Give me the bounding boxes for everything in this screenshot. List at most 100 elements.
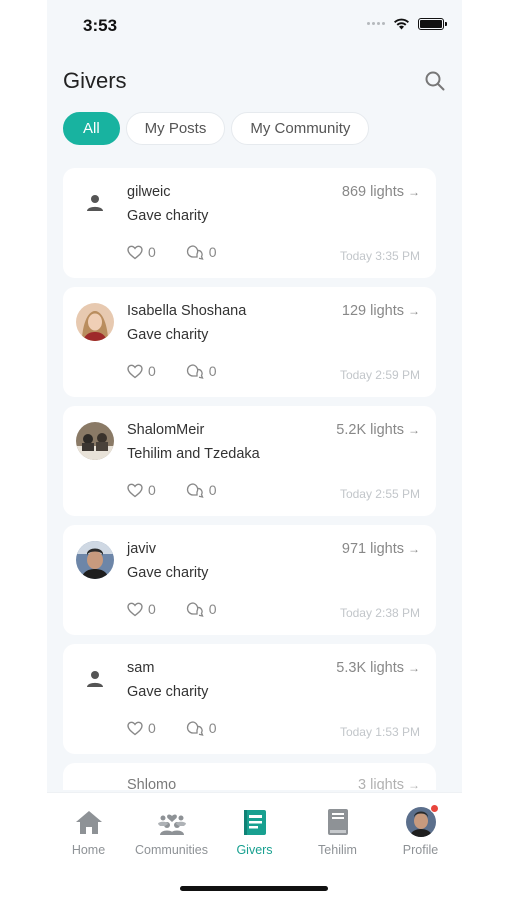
post-action: Gave charity [127,208,209,224]
post-author[interactable]: javiv [127,541,156,557]
search-icon[interactable] [424,70,446,92]
lights-link[interactable]: 5.3K lights → [336,660,420,676]
filter-all-chip[interactable]: All [63,112,120,145]
like-count: 0 [148,720,156,736]
tab-label: Givers [236,843,273,857]
comment-icon [186,483,204,498]
like-count: 0 [148,363,156,379]
post-card[interactable]: Isabella Shoshana Gave charity 129 light… [63,287,436,397]
comment-button[interactable]: 0 [186,244,217,260]
post-card[interactable]: sam Gave charity 5.3K lights → 0 0 Today… [63,644,436,754]
heart-icon [127,245,143,259]
lights-link[interactable]: 3 lights → [358,777,420,790]
like-button[interactable]: 0 [127,482,156,498]
filter-my-community-chip[interactable]: My Community [231,112,370,145]
like-button[interactable]: 0 [127,720,156,736]
lights-count: 3 lights [358,777,404,790]
like-button[interactable]: 0 [127,363,156,379]
post-action: Gave charity [127,684,209,700]
lights-link[interactable]: 971 lights → [342,541,420,557]
post-author[interactable]: Shlomo [127,777,176,790]
lights-link[interactable]: 869 lights → [342,184,420,200]
like-count: 0 [148,601,156,617]
post-stats: 0 0 [127,363,217,379]
post-stats: 0 0 [127,482,217,498]
heart-icon [127,364,143,378]
user-placeholder-icon[interactable] [76,660,114,698]
comment-count: 0 [208,601,217,617]
post-author[interactable]: Isabella Shoshana [127,303,246,319]
post-card[interactable]: ShalomMeir Tehilim and Tzedaka 5.2K ligh… [63,406,436,516]
post-stats: 0 0 [127,601,217,617]
post-stats: 0 0 [127,720,217,736]
arrow-right-icon: → [408,185,420,199]
like-button[interactable]: 0 [127,601,156,617]
tab-home[interactable]: Home [47,807,130,857]
post-action: Gave charity [127,327,209,343]
status-time: 3:53 [83,16,118,35]
profile-avatar [405,804,439,837]
wifi-icon [394,18,409,30]
post-author[interactable]: gilweic [127,184,171,200]
like-count: 0 [148,482,156,498]
tab-profile[interactable]: Profile [379,804,462,857]
comment-count: 0 [208,363,217,379]
comment-button[interactable]: 0 [186,601,217,617]
comment-count: 0 [208,482,217,498]
user-avatar[interactable] [76,303,114,341]
user-placeholder-icon[interactable] [76,184,114,222]
filter-my-posts-chip[interactable]: My Posts [125,112,226,145]
post-card[interactable]: javiv Gave charity 971 lights → 0 0 Toda… [63,525,436,635]
tab-label: Profile [402,843,439,857]
post-timestamp: Today 2:59 PM [339,368,420,382]
status-bar: 3:53 [47,0,462,52]
battery-icon [418,17,447,30]
page-title: Givers [63,68,127,93]
user-avatar[interactable] [76,422,114,460]
givers-feed[interactable]: gilweic Gave charity 869 lights → 0 0 To… [63,168,436,790]
user-avatar[interactable] [76,541,114,579]
lights-count: 5.3K lights [336,660,404,676]
tab-givers[interactable]: Givers [213,807,296,857]
communities-icon [157,807,187,837]
post-author[interactable]: sam [127,660,154,676]
post-action: Gave charity [127,565,209,581]
app-screen: 3:53 Givers All My Posts My Community gi… [47,0,462,900]
notification-badge [429,804,439,813]
heart-icon [127,721,143,735]
comment-icon [186,364,204,379]
lights-count: 129 lights [341,303,404,319]
givers-icon [240,807,270,837]
heart-icon [127,602,143,616]
signal-icon [367,22,385,25]
arrow-right-icon: → [408,423,420,437]
comment-icon [186,721,204,736]
post-author[interactable]: ShalomMeir [127,422,204,438]
bottom-tab-bar: Home Communities Givers Tehilim Profile [47,792,462,900]
tab-tehilim[interactable]: Tehilim [296,807,379,857]
lights-count: 971 lights [341,541,404,557]
post-card[interactable]: gilweic Gave charity 869 lights → 0 0 To… [63,168,436,278]
comment-button[interactable]: 0 [186,482,217,498]
comment-button[interactable]: 0 [186,363,217,379]
post-timestamp: Today 2:38 PM [339,606,420,620]
tab-label: Tehilim [318,843,357,857]
tab-communities[interactable]: Communities [130,807,213,857]
lights-link[interactable]: 129 lights → [342,303,420,319]
comment-icon [186,602,204,617]
like-button[interactable]: 0 [127,244,156,260]
comment-count: 0 [208,244,217,260]
filter-chips: All My Posts My Community [63,112,370,145]
comment-icon [186,245,204,260]
post-timestamp: Today 1:53 PM [339,725,420,739]
home-icon [74,807,104,837]
post-card[interactable]: Shlomo 3 lights → [63,763,436,790]
comment-count: 0 [208,720,217,736]
post-timestamp: Today 2:55 PM [339,487,420,501]
lights-link[interactable]: 5.2K lights → [336,422,420,438]
tab-label: Communities [135,843,208,857]
comment-button[interactable]: 0 [186,720,217,736]
arrow-right-icon: → [408,304,420,318]
like-count: 0 [148,244,156,260]
tab-label: Home [71,843,106,857]
